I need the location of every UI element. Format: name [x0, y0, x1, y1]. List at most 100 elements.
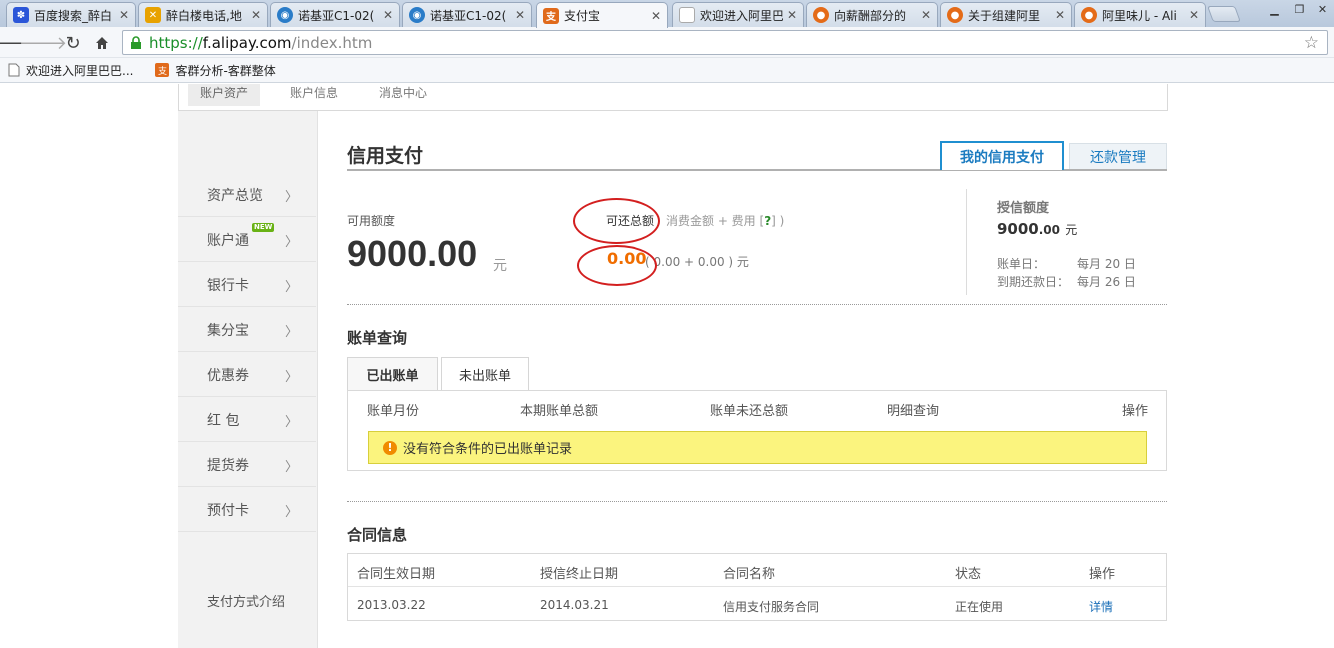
due-day-value: 每月 26 日	[1077, 275, 1136, 289]
ali-orange-icon: ●	[1081, 7, 1097, 23]
contract-details-link[interactable]: 详情	[1089, 598, 1113, 615]
alipay-icon: 支	[543, 7, 559, 24]
tab-issued-bills[interactable]: 已出账单	[347, 357, 438, 390]
browser-tab[interactable]: ◉ 诺基亚C1-02( ✕	[402, 2, 532, 27]
browser-tab[interactable]: ◉ 诺基亚C1-02( ✕	[270, 2, 400, 27]
sidebar-item-account-pass[interactable]: 账户通 NEW 〉	[178, 218, 316, 262]
sidebar-item-pickup-voucher[interactable]: 提货券 〉	[178, 443, 316, 487]
minimize-icon[interactable]: ▁	[1262, 0, 1287, 18]
payment-methods-link[interactable]: 支付方式介绍	[207, 591, 285, 610]
restore-icon[interactable]: ❐	[1287, 0, 1312, 18]
url-scheme: https://	[149, 33, 203, 52]
reload-icon[interactable]: ↻	[61, 31, 85, 55]
tab-title: 醉白楼电话,地	[166, 8, 242, 23]
contract-table: 合同生效日期 授信终止日期 合同名称 状态 操作 2013.03.22 2014…	[347, 553, 1167, 621]
repayable-formula: 消费金额 + 费用 [?] )	[666, 212, 784, 229]
url-host: f.alipay.com	[202, 33, 292, 52]
topnav-message-center[interactable]: 消息中心	[367, 84, 439, 106]
ali-orange-icon: ●	[947, 7, 963, 23]
sidebar-item-prepaid-card[interactable]: 预付卡 〉	[178, 488, 316, 532]
address-bar[interactable]: https://f.alipay.com/index.htm ☆	[122, 30, 1328, 55]
page-icon	[8, 63, 20, 77]
close-icon[interactable]: ✕	[787, 8, 797, 22]
url-path: /index.htm	[291, 33, 373, 52]
forward-arrow-icon[interactable]: 🡒	[19, 31, 67, 55]
topnav-account-assets[interactable]: 账户资产	[188, 84, 261, 106]
close-icon[interactable]: ✕	[651, 9, 661, 23]
chevron-right-icon: 〉	[284, 280, 298, 295]
browser-tab[interactable]: ✕ 醉白楼电话,地 ✕	[138, 2, 268, 27]
sidebar-item-assets-overview[interactable]: 资产总览 〉	[178, 173, 316, 217]
close-icon[interactable]: ✕	[383, 8, 393, 22]
chevron-right-icon: 〉	[284, 235, 298, 250]
bookmark-label: 欢迎进入阿里巴巴...	[26, 63, 134, 78]
col-end-date: 授信终止日期	[540, 567, 619, 582]
window-close-icon[interactable]: ✕	[1310, 0, 1334, 18]
sidebar-item-label: 红 包	[207, 412, 240, 429]
browser-tab-active[interactable]: 支 支付宝 ✕	[536, 2, 668, 28]
annotation-circle	[577, 245, 657, 286]
col-action: 操作	[1089, 567, 1116, 582]
sidebar-item-label: 预付卡	[207, 502, 249, 519]
lock-icon	[131, 35, 141, 49]
no-records-notice: ! 没有符合条件的已出账单记录	[368, 431, 1147, 464]
sidebar-item-label: 提货券	[207, 457, 249, 474]
sidebar-item-jifenbao[interactable]: 集分宝 〉	[178, 308, 316, 352]
chevron-right-icon: 〉	[284, 325, 298, 340]
browser-tab[interactable]: 欢迎进入阿里巴 ✕	[672, 2, 804, 27]
home-icon[interactable]	[90, 31, 114, 55]
sidebar-item-red-packet[interactable]: 红 包 〉	[178, 398, 316, 442]
sidebar-item-bank-card[interactable]: 银行卡 〉	[178, 263, 316, 307]
sidebar-item-label: 账户通	[207, 232, 249, 249]
tab-title: 向薪酬部分的	[834, 8, 907, 23]
tab-unissued-bills[interactable]: 未出账单	[441, 357, 529, 390]
new-badge: NEW	[252, 223, 275, 232]
bookmark-item[interactable]: 欢迎进入阿里巴巴...	[8, 62, 133, 79]
contract-info-title: 合同信息	[347, 526, 408, 544]
bill-query-title: 账单查询	[347, 329, 408, 347]
blue-globe-icon: ◉	[409, 7, 425, 23]
tab-title: 关于组建阿里	[968, 8, 1041, 23]
chevron-right-icon: 〉	[284, 415, 298, 430]
blue-globe-icon: ◉	[277, 7, 293, 23]
close-icon[interactable]: ✕	[119, 8, 129, 22]
col-unpaid-total: 账单未还总额	[710, 404, 789, 419]
close-icon[interactable]: ✕	[1189, 8, 1199, 22]
browser-tab[interactable]: ● 关于组建阿里 ✕	[940, 2, 1072, 27]
sidebar-item-label: 优惠券	[207, 367, 249, 384]
browser-tab[interactable]: ● 向薪酬部分的 ✕	[806, 2, 938, 27]
tab-repayment-management[interactable]: 还款管理	[1069, 143, 1167, 169]
top-nav: 账户资产 账户信息 消息中心	[178, 84, 1168, 111]
ali-orange-icon: ●	[813, 7, 829, 23]
close-icon[interactable]: ✕	[515, 8, 525, 22]
credit-limit-decimal: .00	[1038, 223, 1061, 237]
warning-icon: !	[383, 440, 397, 455]
tab-my-credit-payment[interactable]: 我的信用支付	[940, 141, 1064, 170]
tab-title: 欢迎进入阿里巴	[700, 8, 783, 23]
sidebar-item-coupons[interactable]: 优惠券 〉	[178, 353, 316, 397]
col-detail-query: 明细查询	[887, 404, 940, 419]
close-icon[interactable]: ✕	[1055, 8, 1065, 22]
notice-text: 没有符合条件的已出账单记录	[403, 442, 573, 457]
credit-limit-integer: 9000	[997, 220, 1039, 238]
new-tab-button[interactable]	[1207, 6, 1241, 22]
sidebar: 资产总览 〉 账户通 NEW 〉 银行卡 〉 集分宝 〉 优惠券 〉 红 包 〉…	[178, 111, 318, 648]
tab-title: 支付宝	[564, 9, 601, 23]
page-content: 账户资产 账户信息 消息中心 资产总览 〉 账户通 NEW 〉 银行卡 〉 集分…	[0, 84, 1334, 648]
bill-table: 账单月份 本期账单总额 账单未还总额 明细查询 操作 ! 没有符合条件的已出账单…	[347, 390, 1167, 471]
bookmark-item[interactable]: 支 客群分析-客群整体	[155, 62, 276, 79]
col-status: 状态	[955, 567, 982, 582]
bookmark-star-icon[interactable]: ☆	[1304, 33, 1319, 53]
browser-tab[interactable]: ● 阿里味儿 - Ali ✕	[1074, 2, 1206, 27]
contract-name: 信用支付服务合同	[723, 600, 820, 614]
col-contract-name: 合同名称	[723, 567, 776, 582]
chevron-right-icon: 〉	[284, 370, 298, 385]
close-icon[interactable]: ✕	[251, 8, 261, 22]
available-credit-amount: 9000.00	[347, 233, 478, 274]
browser-tab[interactable]: ✽ 百度搜索_醉白 ✕	[6, 2, 136, 27]
topnav-account-info[interactable]: 账户信息	[278, 84, 350, 106]
formula-text-end: ] )	[771, 214, 785, 228]
credit-limit-unit: 元	[1065, 223, 1078, 237]
close-icon[interactable]: ✕	[921, 8, 931, 22]
page-icon	[679, 7, 695, 23]
